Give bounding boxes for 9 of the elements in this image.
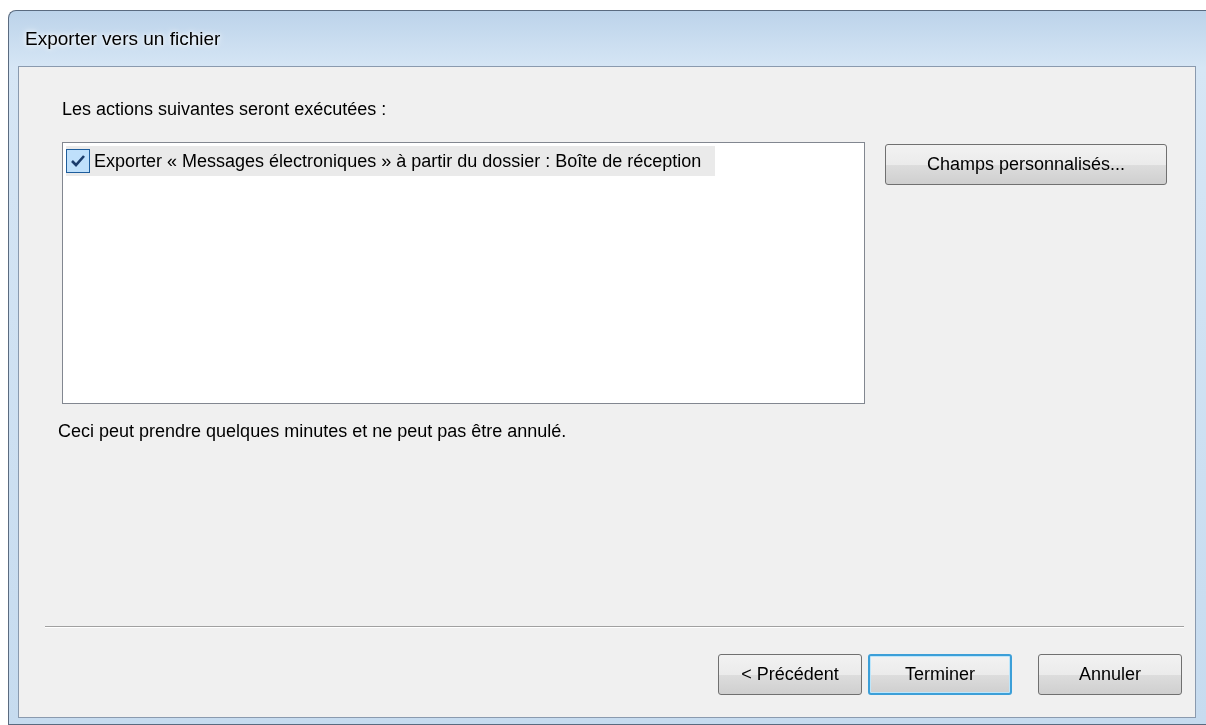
- custom-fields-button[interactable]: Champs personnalisés...: [885, 144, 1167, 185]
- actions-heading: Les actions suivantes seront exécutées :: [62, 99, 388, 121]
- dialog-button[interactable]: < Précédent: [718, 654, 862, 695]
- dialog-button[interactable]: Annuler: [1038, 654, 1182, 695]
- action-item[interactable]: Exporter « Messages électroniques » à partir du dossier : Boîte de réception: [66, 146, 716, 176]
- dialog-button[interactable]: Terminer: [868, 654, 1012, 695]
- window-title: Exporter vers un fichier: [25, 27, 221, 50]
- checkbox[interactable]: [66, 149, 90, 173]
- warning-note: Ceci peut prendre quelques minutes et ne peut pas être annulé.: [58, 421, 568, 442]
